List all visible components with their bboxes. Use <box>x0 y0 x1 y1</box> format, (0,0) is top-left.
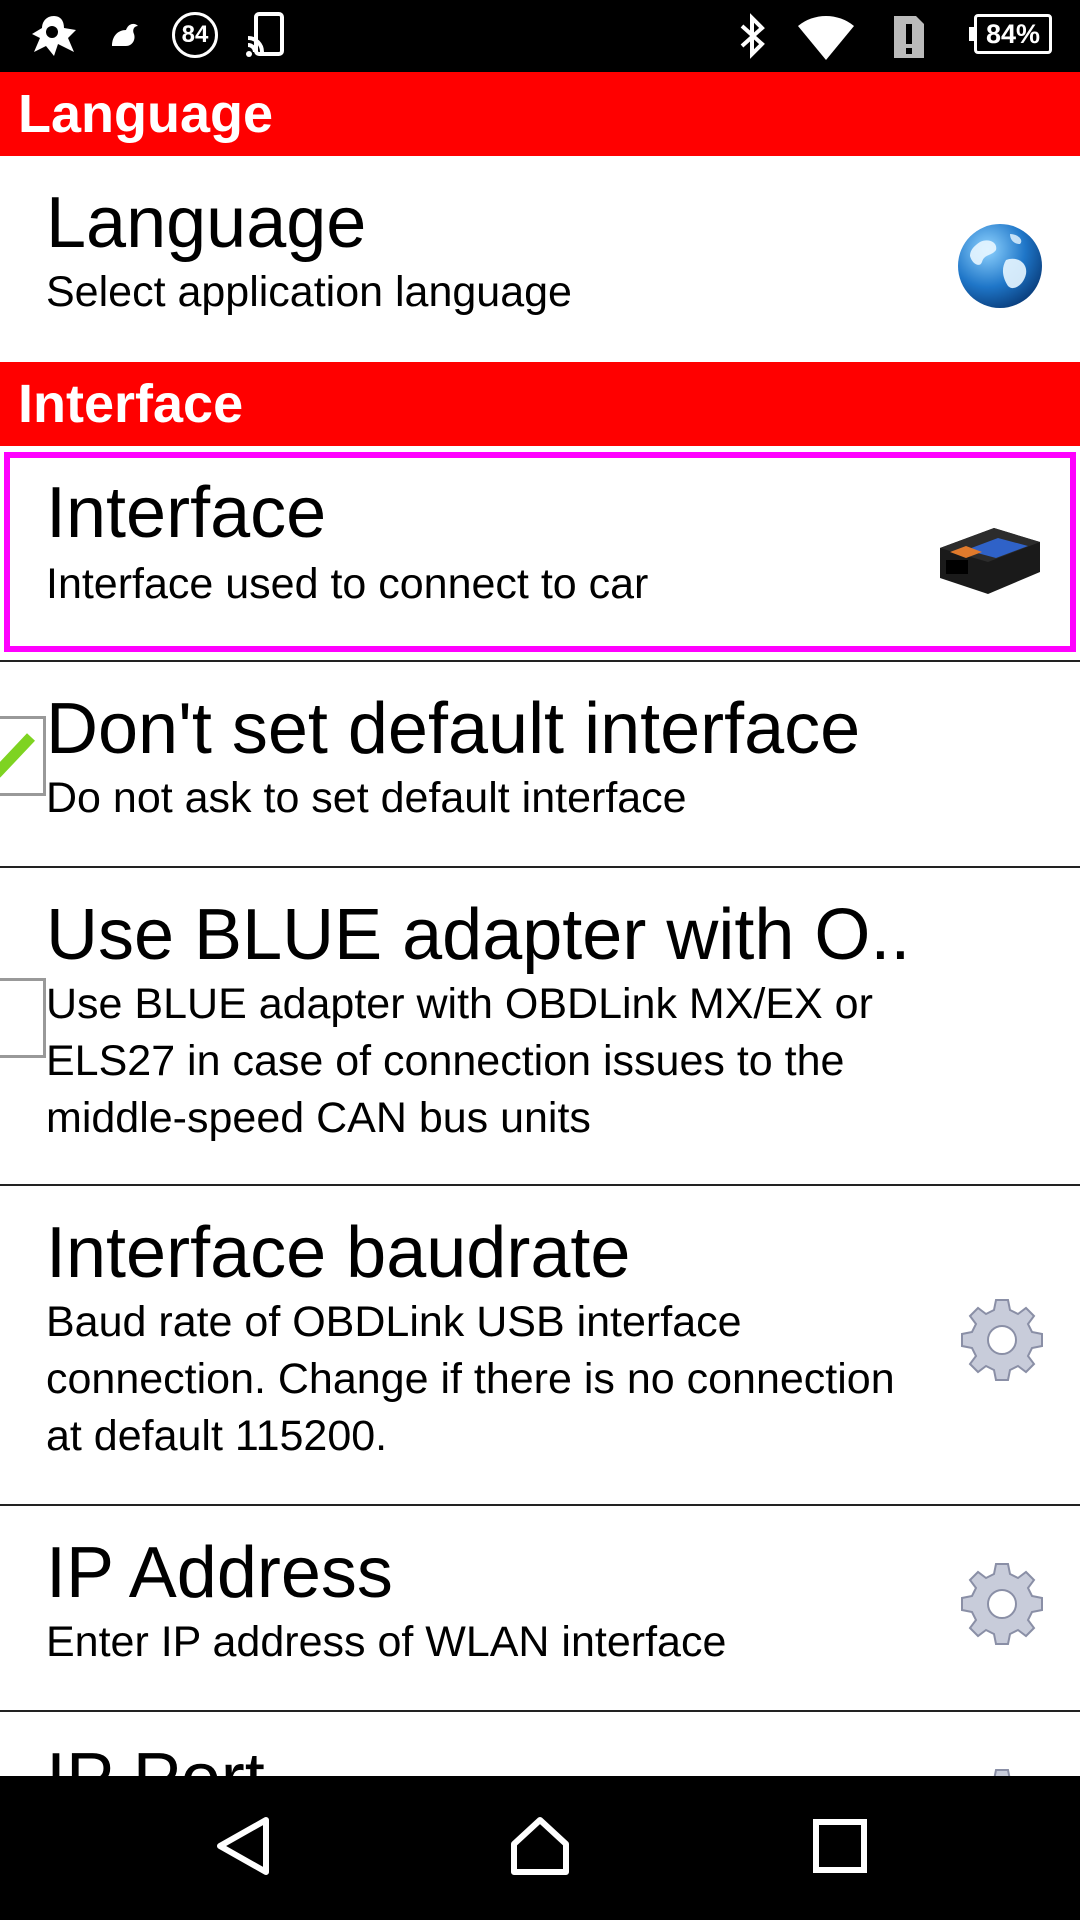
pref-title: Interface baudrate <box>46 1213 631 1293</box>
obd-adapter-icon <box>940 528 1040 594</box>
back-icon[interactable] <box>212 1814 272 1878</box>
count-84-icon: 84 <box>172 12 218 58</box>
pref-interface[interactable]: Interface Interface used to connect to c… <box>0 446 1080 662</box>
pref-title: Language <box>46 183 367 263</box>
pref-ip-port[interactable]: IP Port <box>0 1712 1080 1776</box>
checkbox-checked[interactable] <box>0 716 46 796</box>
pref-language[interactable]: Language Select application language <box>0 156 1080 362</box>
pref-title: Interface <box>46 473 327 553</box>
category-header-language: Language <box>0 72 1080 156</box>
wifi-icon <box>798 15 854 60</box>
cast-icon <box>246 12 284 57</box>
pref-summary: Enter IP address of WLAN interface <box>46 1618 727 1666</box>
home-icon[interactable] <box>508 1814 572 1878</box>
pref-summary: Use BLUE adapter with OBDLink MX/EX or E… <box>46 980 873 1142</box>
pref-ip-address[interactable]: IP Address Enter IP address of WLAN inte… <box>0 1506 1080 1712</box>
pref-summary: Interface used to connect to car <box>46 560 649 608</box>
app-icon <box>32 16 76 56</box>
pref-summary: Do not ask to set default interface <box>46 774 687 822</box>
category-header-interface: Interface <box>0 362 1080 446</box>
gear-icon <box>961 1299 1043 1381</box>
recents-icon[interactable] <box>812 1818 868 1874</box>
gear-icon <box>961 1563 1043 1645</box>
pref-title: IP Port <box>46 1738 265 1776</box>
alert-icon <box>894 16 924 58</box>
battery-indicator: 84% <box>969 14 1052 54</box>
bluetooth-icon <box>740 13 765 59</box>
globe-icon <box>958 224 1042 308</box>
pref-title: Use BLUE adapter with O.. <box>46 895 911 975</box>
status-bar: 84 84% <box>0 0 1080 72</box>
checkmark-icon <box>0 733 35 778</box>
notification-icon <box>112 23 138 46</box>
pref-summary: Select application language <box>46 268 572 316</box>
checkbox-unchecked[interactable] <box>0 978 46 1058</box>
pref-blue-adapter[interactable]: Use BLUE adapter with O.. Use BLUE adapt… <box>0 868 1080 1186</box>
gear-icon <box>993 1769 1011 1776</box>
pref-title: Don't set default interface <box>46 689 861 769</box>
navigation-bar <box>0 1776 1080 1920</box>
pref-interface-baudrate[interactable]: Interface baudrate Baud rate of OBDLink … <box>0 1186 1080 1506</box>
pref-summary: Baud rate of OBDLink USB interface conne… <box>46 1298 895 1460</box>
settings-list[interactable]: Language Language Select application lan… <box>0 72 1080 1776</box>
pref-no-default-interface[interactable]: Don't set default interface Do not ask t… <box>0 662 1080 868</box>
pref-title: IP Address <box>46 1533 393 1613</box>
